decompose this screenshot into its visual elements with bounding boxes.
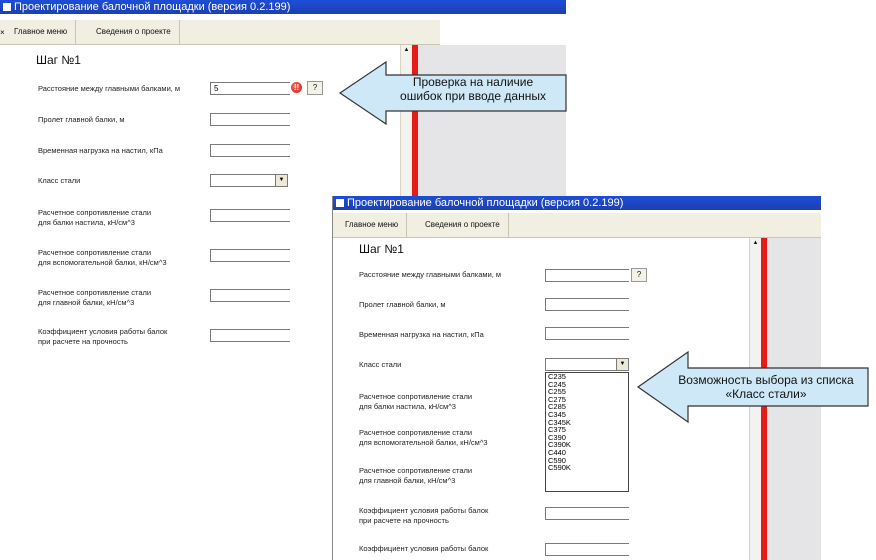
scroll-up-icon[interactable]: ▲ xyxy=(750,238,761,249)
chevron-down-icon[interactable]: ▼ xyxy=(616,359,628,370)
window-title: Проектирование балочной площадки (версия… xyxy=(0,0,566,14)
help-button[interactable]: ? xyxy=(307,81,323,95)
steel-class-dropdown: C235 C245 C255 C275 C285 C345 C345K C375… xyxy=(545,372,629,492)
window-icon xyxy=(336,199,344,207)
menu-main[interactable]: Главное меню xyxy=(6,20,77,44)
window-title: Проектирование балочной площадки (версия… xyxy=(333,196,821,210)
label-resist-deck: Расчетное сопротивление стали для балки … xyxy=(359,392,473,411)
coef-strength-input[interactable] xyxy=(545,507,629,520)
label-resist-aux: Расчетное сопротивление стали для вспомо… xyxy=(38,248,167,267)
menu-bar: Главное меню Сведения о проекте xyxy=(333,213,821,238)
label-distance: Расстояние между главными балками, м xyxy=(359,270,502,279)
distance-input[interactable] xyxy=(545,269,629,282)
label-coef-strength: Коэффициент условия работы балок при рас… xyxy=(359,506,489,525)
label-temp-load: Временная нагрузка на настил, кПа xyxy=(38,146,163,155)
coef-strength-input[interactable] xyxy=(210,329,290,342)
window-title-text: Проектирование балочной площадки (версия… xyxy=(347,197,624,209)
close-mark: × xyxy=(0,28,5,37)
label-resist-main: Расчетное сопротивление стали для главно… xyxy=(359,466,473,485)
error-icon: !! xyxy=(291,82,302,93)
label-resist-deck: Расчетное сопротивление стали для балки … xyxy=(38,208,152,227)
label-temp-load: Временная нагрузка на настил, кПа xyxy=(359,330,484,339)
span-input[interactable] xyxy=(210,113,290,126)
distance-input[interactable]: 5 xyxy=(210,82,290,95)
callout-text-list: Возможность выбора из списка «Класс стал… xyxy=(678,373,854,401)
label-steel-class: Класс стали xyxy=(38,176,81,185)
resist-main-input[interactable] xyxy=(210,289,290,302)
label-resist-main: Расчетное сопротивление стали для главно… xyxy=(38,288,152,307)
span-input[interactable] xyxy=(545,298,629,311)
steel-class-select[interactable]: ▼ xyxy=(210,174,288,187)
menu-project-info[interactable]: Сведения о проекте xyxy=(88,20,180,44)
temp-load-input[interactable] xyxy=(210,144,290,157)
menu-project-info[interactable]: Сведения о проекте xyxy=(417,213,509,237)
menu-bar: Главное меню Сведения о проекте xyxy=(0,20,440,45)
label-steel-class: Класс стали xyxy=(359,360,402,369)
resist-aux-input[interactable] xyxy=(210,249,290,262)
label-span: Пролет главной балки, м xyxy=(359,300,446,309)
label-span: Пролет главной балки, м xyxy=(38,115,125,124)
chevron-down-icon[interactable]: ▼ xyxy=(275,175,287,186)
label-resist-aux: Расчетное сопротивление стали для вспомо… xyxy=(359,428,488,447)
label-coef-strength-2: Коэффициент условия работы балок xyxy=(359,544,489,553)
label-distance: Расстояние между главными балками, м xyxy=(38,84,181,93)
list-item[interactable]: C590K xyxy=(546,464,628,472)
window-title-text: Проектирование балочной площадки (версия… xyxy=(14,1,291,13)
window-icon xyxy=(3,3,11,11)
scroll-up-icon[interactable]: ▲ xyxy=(401,45,412,56)
coef-strength-2-input[interactable] xyxy=(545,543,629,556)
step-title: Шаг №1 xyxy=(359,242,404,256)
resist-deck-input[interactable] xyxy=(210,209,290,222)
callout-text-errors: Проверка на наличие ошибок при вводе дан… xyxy=(400,75,546,103)
temp-load-input[interactable] xyxy=(545,327,629,340)
label-coef-strength: Коэффициент условия работы балок при рас… xyxy=(38,327,168,346)
step-title: Шаг №1 xyxy=(36,53,81,67)
menu-main[interactable]: Главное меню xyxy=(337,213,408,237)
steel-class-select[interactable]: ▼ xyxy=(545,358,629,371)
help-button[interactable]: ? xyxy=(631,268,647,282)
